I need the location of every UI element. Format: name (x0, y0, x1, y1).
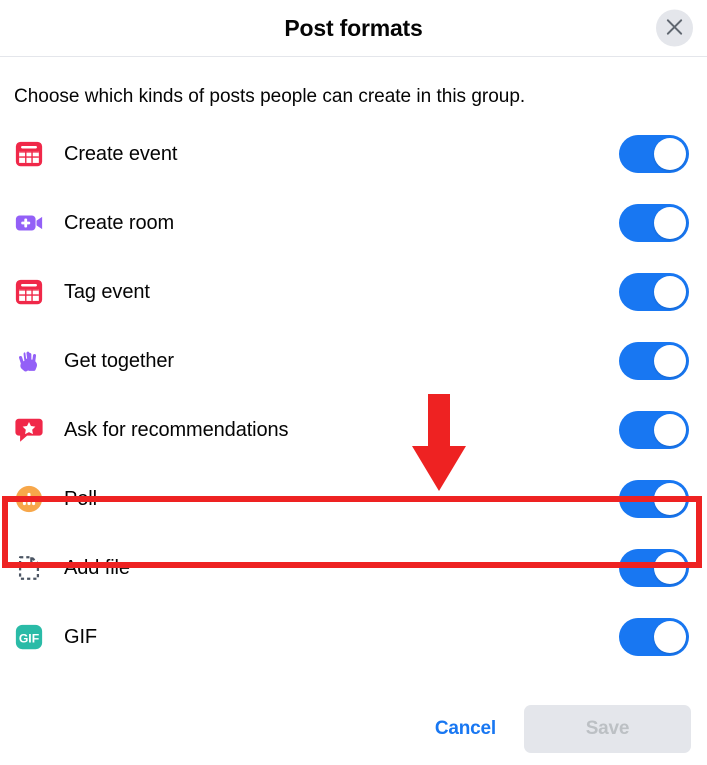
toggle-gif[interactable] (619, 618, 689, 657)
format-row-tag-event[interactable]: Tag event (0, 258, 707, 327)
page-title: Post formats (284, 14, 423, 41)
close-icon (665, 17, 684, 39)
svg-text:GIF: GIF (19, 632, 39, 646)
format-label: Poll (64, 487, 97, 510)
toggle-knob (654, 345, 686, 378)
toggle-knob (654, 414, 686, 447)
toggle-knob (654, 483, 686, 516)
speech-bubble-star-icon (12, 413, 46, 447)
format-label: Tag event (64, 280, 150, 303)
toggle-knob (654, 207, 686, 240)
format-row-gif[interactable]: GIF GIF (0, 603, 707, 672)
toggle-tag-event[interactable] (619, 273, 689, 312)
toggle-poll[interactable] (619, 480, 689, 519)
dialog-header: Post formats (0, 0, 707, 57)
format-row-create-room[interactable]: Create room (0, 189, 707, 258)
format-row-create-event[interactable]: Create event (0, 120, 707, 189)
dialog-subtitle: Choose which kinds of posts people can c… (14, 86, 526, 107)
calendar-icon (12, 137, 46, 171)
format-row-ask-for-recommendations[interactable]: Ask for recommendations (0, 396, 707, 465)
toggle-knob (654, 552, 686, 585)
close-button[interactable] (656, 9, 693, 47)
format-label: GIF (64, 625, 98, 648)
calendar-icon (12, 275, 46, 309)
format-label: Create room (64, 211, 175, 234)
toggle-ask-for-recommendations[interactable] (619, 411, 689, 450)
toggle-create-event[interactable] (619, 135, 689, 174)
save-button: Save (524, 704, 691, 753)
video-camera-plus-icon (12, 206, 46, 240)
format-label: Get together (64, 349, 174, 372)
raised-hands-icon (12, 344, 46, 378)
toggle-knob (654, 621, 686, 654)
toggle-create-room[interactable] (619, 204, 689, 243)
poll-bar-chart-icon (12, 482, 46, 516)
format-row-poll[interactable]: Poll (0, 465, 707, 534)
format-label: Ask for recommendations (64, 418, 289, 441)
format-label: Create event (64, 142, 178, 165)
toggle-knob (654, 138, 686, 171)
format-row-add-file[interactable]: Add file (0, 534, 707, 603)
toggle-add-file[interactable] (619, 549, 689, 588)
cancel-button[interactable]: Cancel (417, 708, 514, 750)
dialog-body: Choose which kinds of posts people can c… (0, 57, 707, 672)
document-dashed-icon (12, 551, 46, 585)
toggle-knob (654, 276, 686, 309)
gif-icon: GIF (12, 620, 46, 654)
toggle-get-together[interactable] (619, 342, 689, 381)
dialog-footer: Cancel Save (0, 700, 707, 765)
post-format-list: Create event Create room Tag event Get t… (0, 120, 707, 672)
format-row-get-together[interactable]: Get together (0, 327, 707, 396)
format-label: Add file (64, 556, 130, 579)
